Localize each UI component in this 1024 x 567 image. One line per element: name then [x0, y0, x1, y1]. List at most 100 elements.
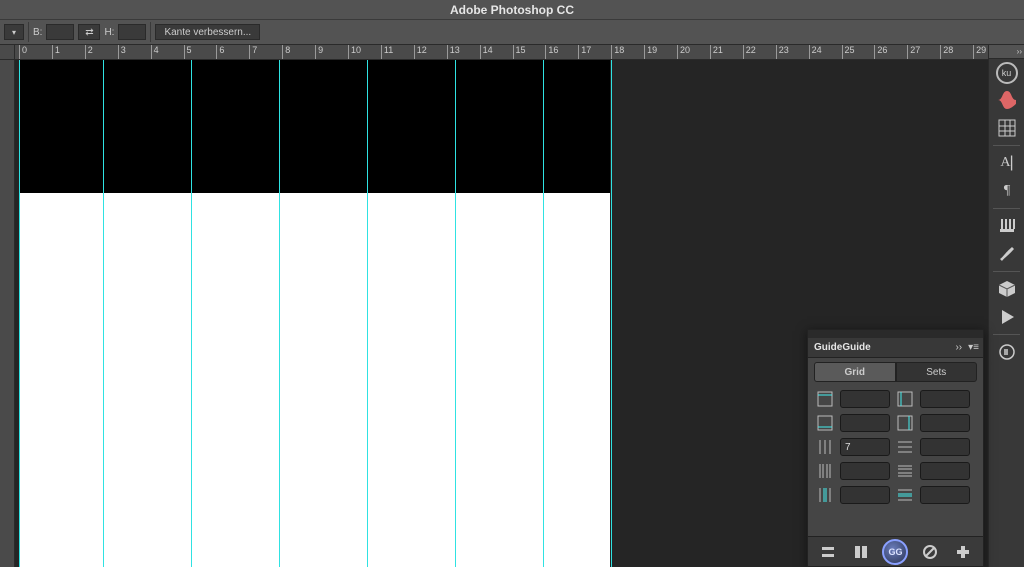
vertical-guide[interactable] — [103, 60, 104, 567]
ruler-tick: 22 — [743, 45, 756, 60]
swap-wh-button[interactable]: ⇄ — [78, 24, 100, 40]
vertical-guide[interactable] — [543, 60, 544, 567]
paragraph-icon[interactable]: ¶ — [991, 178, 1023, 204]
margin-bottom-icon — [816, 414, 834, 432]
add-button[interactable] — [952, 542, 974, 562]
expand-panels-button[interactable]: ›› — [989, 45, 1024, 59]
new-set-button[interactable] — [817, 542, 839, 562]
ruler-tick: 6 — [216, 45, 224, 60]
separator — [993, 334, 1020, 335]
width-input[interactable] — [46, 24, 74, 40]
brush-presets-icon[interactable] — [991, 241, 1023, 267]
ruler-tick: 11 — [381, 45, 393, 60]
vertical-ruler[interactable] — [0, 60, 15, 567]
ruler-tick: 18 — [611, 45, 624, 60]
margin-top-icon — [816, 390, 834, 408]
clear-guides-button[interactable] — [919, 542, 941, 562]
column-width-icon — [816, 462, 834, 480]
guideguide-bottom-toolbar: GG — [808, 536, 983, 566]
width-label: B: — [33, 27, 42, 38]
ruler-tick: 5 — [184, 45, 192, 60]
document-black-area — [19, 60, 610, 193]
gg-make-guides-button[interactable]: GG — [882, 539, 908, 565]
app-title: Adobe Photoshop CC — [450, 3, 574, 17]
guideguide-panel: GuideGuide ›› ▾≡ Grid Sets — [807, 329, 984, 567]
mode-toggle: Grid Sets — [814, 362, 977, 382]
row-height-input[interactable] — [920, 462, 970, 480]
columns-icon — [816, 438, 834, 456]
ruler-tick: 25 — [842, 45, 855, 60]
vertical-guide[interactable] — [191, 60, 192, 567]
gutter-width-icon — [816, 486, 834, 504]
collapsed-panels-column: ›› ku A| ¶ — [988, 45, 1024, 567]
ruler-tick: 8 — [282, 45, 290, 60]
ruler-tick: 21 — [710, 45, 723, 60]
separator — [150, 22, 151, 42]
package-icon[interactable] — [991, 276, 1023, 302]
panel-title-tab[interactable]: GuideGuide — [814, 342, 871, 353]
margin-bottom-input[interactable] — [840, 414, 890, 432]
tab-sets[interactable]: Sets — [896, 362, 978, 382]
swatches-icon[interactable] — [991, 87, 1023, 113]
panel-flyout-area: ›› ▾≡ — [955, 342, 983, 353]
ruler-tick: 9 — [315, 45, 323, 60]
gutter-width-input[interactable] — [840, 486, 890, 504]
vertical-guide[interactable] — [611, 60, 612, 567]
tab-grid[interactable]: Grid — [814, 362, 896, 382]
ruler-tick: 29 — [973, 45, 986, 60]
collapse-panel-button[interactable]: ›› — [955, 342, 962, 353]
title-bar: Adobe Photoshop CC — [0, 0, 1024, 20]
ruler-tick: 4 — [151, 45, 159, 60]
play-icon[interactable] — [991, 304, 1023, 330]
separator — [993, 145, 1020, 146]
ruler-tick: 7 — [249, 45, 257, 60]
columns-input[interactable] — [840, 438, 890, 456]
gutter-height-input[interactable] — [920, 486, 970, 504]
ruler-tick: 23 — [776, 45, 789, 60]
panel-drag-handle[interactable] — [808, 330, 983, 338]
height-input[interactable] — [118, 24, 146, 40]
gutter-height-icon — [896, 486, 914, 504]
rows-icon — [896, 438, 914, 456]
character-icon[interactable]: A| — [991, 150, 1023, 176]
vertical-guide[interactable] — [455, 60, 456, 567]
document-white-area — [19, 193, 610, 567]
row-height-icon — [896, 462, 914, 480]
vertical-guide[interactable] — [279, 60, 280, 567]
tool-preset-dropdown[interactable]: ▾ — [4, 24, 24, 40]
kuler-icon[interactable]: ku — [996, 62, 1018, 84]
rows-input[interactable] — [920, 438, 970, 456]
ruler-tick: 15 — [513, 45, 526, 60]
separator — [993, 271, 1020, 272]
margin-right-input[interactable] — [920, 414, 970, 432]
vertical-guide[interactable] — [19, 60, 20, 567]
brushes-icon[interactable] — [991, 213, 1023, 239]
margin-left-input[interactable] — [920, 390, 970, 408]
ruler-tick: 16 — [545, 45, 558, 60]
ruler-tick: 2 — [85, 45, 93, 60]
panel-flyout-menu[interactable]: ▾≡ — [968, 342, 979, 353]
margin-left-icon — [896, 390, 914, 408]
guideguide-field-grid — [808, 388, 983, 536]
ruler-tick: 19 — [644, 45, 657, 60]
column-width-input[interactable] — [840, 462, 890, 480]
margin-top-input[interactable] — [840, 390, 890, 408]
ruler-tick: 24 — [809, 45, 822, 60]
separator — [993, 208, 1020, 209]
grid-icon[interactable] — [991, 115, 1023, 141]
horizontal-ruler[interactable]: 0123456789101112131415161718192021222324… — [15, 45, 988, 60]
ruler-tick: 3 — [118, 45, 126, 60]
ruler-origin[interactable] — [0, 45, 15, 60]
guideguide-circle-icon[interactable] — [991, 339, 1023, 365]
ruler-tick: 1 — [52, 45, 60, 60]
ruler-tick: 20 — [677, 45, 690, 60]
ruler-tick: 0 — [19, 45, 27, 60]
ruler-tick: 28 — [940, 45, 953, 60]
ruler-tick: 17 — [578, 45, 591, 60]
refine-edge-button[interactable]: Kante verbessern... — [155, 24, 260, 40]
vertical-guide[interactable] — [367, 60, 368, 567]
options-bar: ▾ B: ⇄ H: Kante verbessern... — [0, 20, 1024, 45]
ruler-tick: 14 — [480, 45, 493, 60]
single-column-button[interactable] — [850, 542, 872, 562]
ruler-tick: 12 — [414, 45, 427, 60]
